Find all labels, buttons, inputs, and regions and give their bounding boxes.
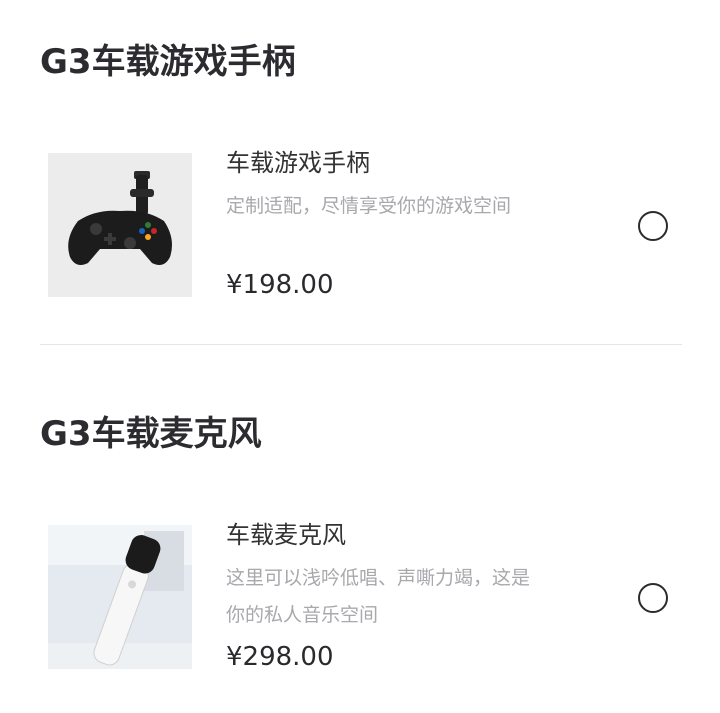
product-name: 车载游戏手柄 [226, 149, 370, 177]
product-name: 车载麦克风 [226, 521, 346, 549]
microphone-image [48, 525, 192, 669]
select-radio-microphone[interactable] [638, 583, 668, 613]
section-title-gamepad: G3车载游戏手柄 [40, 42, 296, 82]
product-price: ¥198.00 [226, 270, 334, 300]
product-description: 定制适配，尽情享受你的游戏空间 [226, 195, 512, 217]
section-title-microphone: G3车载麦克风 [40, 414, 262, 454]
select-radio-gamepad[interactable] [638, 211, 668, 241]
product-price: ¥298.00 [226, 642, 334, 672]
divider [40, 344, 682, 345]
gamepad-image [48, 153, 192, 297]
product-description: 这里可以浅吟低唱、声嘶力竭，这是你的私人音乐空间 [226, 567, 531, 626]
